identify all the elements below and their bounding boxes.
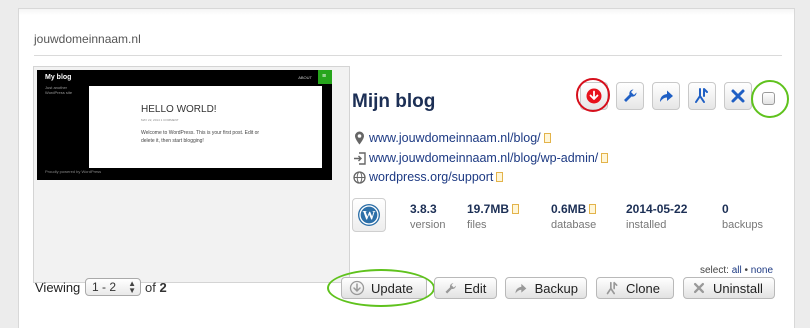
- clone-button-bottom[interactable]: Clone: [596, 277, 674, 299]
- clone-button-label: Clone: [626, 280, 660, 296]
- external-link-icon[interactable]: [543, 133, 551, 143]
- stat-installed-label: installed: [626, 219, 667, 231]
- clone-icon: [695, 88, 708, 103]
- select-links: select: all • none: [700, 265, 773, 276]
- share-arrow-icon: [660, 90, 673, 102]
- stat-backups: 0 backups: [722, 202, 763, 231]
- stat-version-value: 3.8.3: [410, 202, 437, 216]
- wrench-icon: [624, 89, 637, 102]
- divider: [34, 55, 782, 56]
- stat-files-value: 19.7MB: [467, 202, 510, 216]
- location-pin-icon: [352, 131, 366, 145]
- stat-backups-value: 0: [722, 202, 729, 216]
- stat-version: 3.8.3 version: [410, 202, 445, 231]
- stat-installed: 2014-05-22 installed: [626, 202, 687, 231]
- stat-backups-label: backups: [722, 219, 763, 231]
- stat-files: 19.7MB files: [467, 202, 520, 231]
- external-link-icon[interactable]: [512, 204, 520, 214]
- login-button[interactable]: [652, 82, 680, 110]
- stat-database: 0.6MB database: [551, 202, 597, 231]
- thumbnail-menu-icon: ≡: [318, 70, 332, 84]
- select-all-link[interactable]: all: [732, 265, 742, 276]
- site-thumbnail-card[interactable]: My blog Just another WordPress site ABOU…: [33, 66, 350, 283]
- thumbnail-menu-item: ABOUT: [298, 75, 312, 80]
- admin-url-link[interactable]: www.jouwdomeinnaam.nl/blog/wp-admin/: [369, 151, 598, 165]
- select-none-link[interactable]: none: [751, 265, 773, 276]
- support-link[interactable]: wordpress.org/support: [369, 170, 493, 184]
- share-arrow-icon: [512, 280, 530, 296]
- site-screenshot: My blog Just another WordPress site ABOU…: [37, 70, 332, 180]
- of-label: of: [145, 280, 156, 295]
- thumbnail-post-title: HELLO WORLD!: [141, 104, 217, 115]
- stat-version-label: version: [410, 219, 446, 231]
- select-separator: •: [744, 265, 748, 276]
- link-row-site: www.jouwdomeinnaam.nl/blog/: [352, 129, 551, 147]
- site-url-link[interactable]: www.jouwdomeinnaam.nl/blog/: [369, 131, 541, 145]
- highlight-circle-red: [576, 78, 610, 112]
- backup-button[interactable]: Backup: [505, 277, 587, 299]
- site-title[interactable]: Mijn blog: [352, 91, 435, 113]
- page-select-value: 1 - 2: [92, 280, 117, 294]
- page-total: of 2: [145, 280, 167, 295]
- panel-top-shade: [19, 9, 794, 15]
- page-select[interactable]: 1 - 2 ▲ ▼: [85, 278, 141, 296]
- external-link-icon[interactable]: [496, 172, 504, 182]
- thumbnail-footer: Proudly powered by WordPress: [45, 169, 102, 174]
- wrench-icon: [441, 280, 459, 296]
- link-row-support: wordpress.org/support: [352, 168, 504, 186]
- login-icon: [352, 151, 366, 165]
- select-label: select:: [700, 265, 729, 276]
- edit-button[interactable]: Edit: [434, 277, 497, 299]
- thumbnail-post-area: HELLO WORLD! MAY 22, 2014 1 COMMENT Welc…: [89, 86, 322, 168]
- x-icon: [690, 280, 708, 296]
- updown-arrows-icon: ▲ ▼: [128, 279, 136, 295]
- stat-installed-value: 2014-05-22: [626, 202, 688, 216]
- globe-icon: [352, 170, 366, 184]
- domain-label: jouwdomeinnaam.nl: [34, 32, 141, 46]
- thumbnail-blog-title: My blog: [45, 74, 72, 81]
- x-icon: [731, 89, 745, 103]
- stat-database-label: database: [551, 219, 597, 231]
- edit-button-label: Edit: [464, 280, 487, 296]
- highlight-circle-green-checkbox: [751, 80, 789, 118]
- svg-text:W: W: [363, 208, 376, 223]
- external-link-icon[interactable]: [601, 153, 609, 163]
- viewing-label: Viewing: [35, 280, 81, 295]
- thumbnail-post-excerpt: Welcome to WordPress. This is your first…: [141, 130, 260, 144]
- settings-button[interactable]: [616, 82, 644, 110]
- thumbnail-post-meta: MAY 22, 2014 1 COMMENT: [141, 118, 179, 122]
- clone-button[interactable]: [688, 82, 716, 110]
- link-row-admin: www.jouwdomeinnaam.nl/blog/wp-admin/: [352, 149, 609, 167]
- stat-database-value: 0.6MB: [551, 202, 587, 216]
- highlight-circle-green-update: [327, 269, 435, 307]
- stat-files-label: files: [467, 219, 487, 231]
- clone-icon: [603, 280, 621, 296]
- wordpress-logo-icon: W: [352, 198, 386, 232]
- backup-button-label: Backup: [534, 280, 578, 296]
- uninstall-button-label: Uninstall: [713, 280, 763, 296]
- uninstall-button[interactable]: Uninstall: [683, 277, 775, 299]
- total-count: 2: [159, 280, 167, 295]
- external-link-icon[interactable]: [589, 204, 597, 214]
- thumbnail-tagline: Just another WordPress site: [45, 85, 73, 95]
- remove-button[interactable]: [724, 82, 752, 110]
